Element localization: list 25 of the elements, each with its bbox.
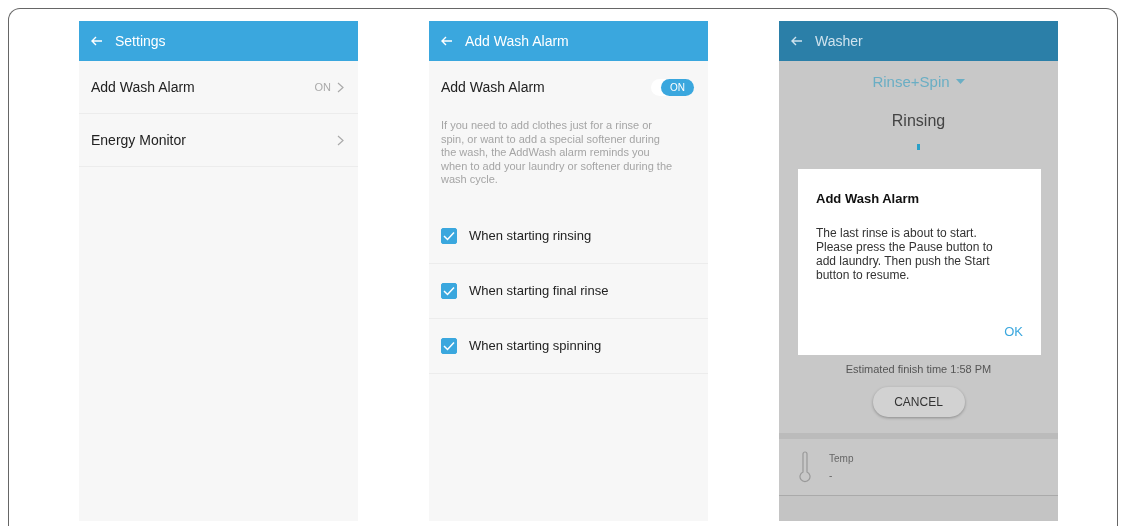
toggle-label: Add Wash Alarm bbox=[441, 79, 545, 95]
screen-title: Washer bbox=[815, 33, 863, 49]
dialog-title: Add Wash Alarm bbox=[816, 191, 921, 206]
finish-time-text: Estimated finish time 1:58 PM bbox=[845, 363, 992, 375]
checkbox[interactable] bbox=[441, 282, 457, 299]
checkbox[interactable] bbox=[441, 227, 457, 244]
back-arrow-icon[interactable] bbox=[791, 36, 803, 46]
checkbox[interactable] bbox=[441, 337, 457, 354]
checkbox-label: When starting rinsing bbox=[469, 228, 592, 243]
description-text: If you need to add clothes just for a rinse or spin, or want to add a special softener during the wash, the AddWash alarm reminds you when to add your laundry or softener during the wash cycle. bbox=[441, 119, 674, 187]
checkbox-label: When starting spinning bbox=[469, 338, 602, 353]
dropdown-caret-icon bbox=[955, 79, 965, 84]
cancel-button[interactable]: CANCEL bbox=[872, 387, 965, 417]
dialog-message: The last rinse is about to start. Please press the Pause button to add laundry. Then push the Start button to resume. bbox=[816, 226, 994, 282]
status-text: Rinsing bbox=[891, 112, 946, 130]
chevron-right-icon bbox=[337, 81, 344, 93]
checkbox-label: When starting final rinse bbox=[469, 283, 609, 298]
settings-item[interactable]: Energy Monitor bbox=[79, 114, 358, 167]
screen-title: Add Wash Alarm bbox=[465, 33, 569, 49]
settings-item[interactable]: Add Wash Alarm ON bbox=[79, 61, 358, 114]
temp-value: - bbox=[829, 470, 834, 481]
screen-title: Settings bbox=[115, 33, 166, 49]
chevron-right-icon bbox=[337, 134, 344, 146]
temp-label: Temp bbox=[829, 453, 854, 464]
thermometer-icon bbox=[799, 451, 811, 483]
